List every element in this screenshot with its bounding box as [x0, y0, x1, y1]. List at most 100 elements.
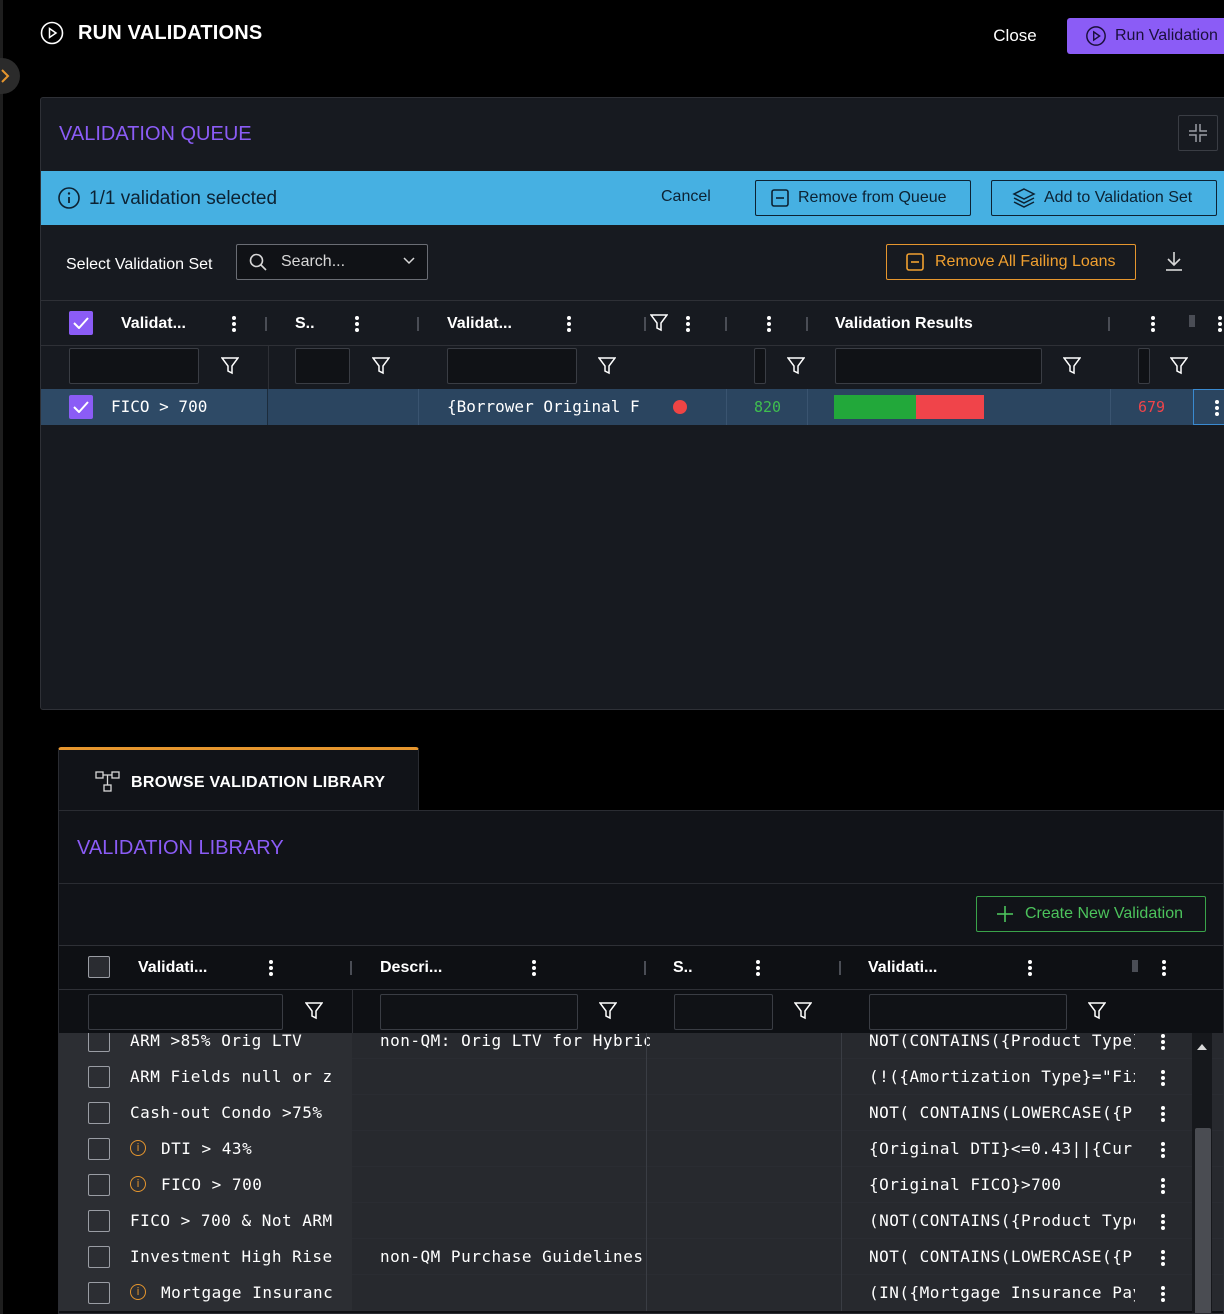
minus-square-icon [771, 189, 789, 207]
column-resize-handle[interactable] [644, 317, 646, 331]
search-icon [249, 253, 267, 271]
pass-count-filter-input[interactable] [754, 348, 766, 384]
more-vertical-icon[interactable] [1160, 1033, 1166, 1051]
download-icon[interactable] [1163, 250, 1185, 272]
column-menu-icon[interactable] [268, 959, 274, 977]
column-menu-icon[interactable] [354, 315, 360, 333]
table-row[interactable]: ARM Fields null or z (!({Amortization Ty… [59, 1059, 1223, 1095]
fail-count-filter-input[interactable] [1138, 348, 1150, 384]
hierarchy-icon [95, 771, 120, 792]
column-resize-handle[interactable] [839, 961, 841, 975]
column-resize-handle[interactable] [725, 317, 727, 331]
filter-icon[interactable] [599, 1002, 617, 1020]
column-menu-icon[interactable] [766, 315, 772, 333]
column-header-status[interactable]: S.. [673, 959, 693, 977]
validation-queue-panel: VALIDATION QUEUE 1/1 validation selected… [40, 97, 1224, 710]
row-checkbox[interactable] [88, 1066, 110, 1088]
column-resize-handle[interactable] [265, 317, 267, 331]
column-resize-handle[interactable] [1189, 315, 1195, 327]
status-filter-input[interactable] [674, 994, 773, 1030]
column-menu-icon[interactable] [1027, 959, 1033, 977]
close-button[interactable]: Close [983, 22, 1047, 50]
table-row[interactable]: Cash-out Condo >75% NOT( CONTAINS(LOWERC… [59, 1095, 1223, 1131]
column-header-validation-results[interactable]: Validation Results [835, 315, 973, 333]
row-checkbox[interactable] [88, 1246, 110, 1268]
column-menu-icon[interactable] [231, 315, 237, 333]
row-checkbox[interactable] [88, 1138, 110, 1160]
more-vertical-icon[interactable] [1160, 1249, 1166, 1267]
results-filter-input[interactable] [835, 348, 1042, 384]
filter-icon[interactable] [221, 357, 239, 375]
column-header-name[interactable]: Validati... [138, 959, 207, 977]
column-resize-handle[interactable] [417, 317, 419, 331]
table-row[interactable]: i Mortgage Insuranc (IN({Mortgage Insura… [59, 1275, 1223, 1311]
column-resize-handle[interactable] [1132, 960, 1138, 972]
library-scrollbar[interactable] [1192, 1033, 1212, 1313]
column-menu-icon[interactable] [1150, 315, 1156, 333]
filter-icon[interactable] [372, 357, 390, 375]
add-to-validation-set-button[interactable]: Add to Validation Set [991, 180, 1217, 216]
run-validation-button[interactable]: Run Validation [1067, 18, 1224, 54]
row-checkbox[interactable] [88, 1033, 110, 1052]
sidebar-toggle[interactable] [0, 58, 20, 94]
remove-all-failing-loans-button[interactable]: Remove All Failing Loans [886, 244, 1136, 280]
filter-icon[interactable] [1170, 357, 1188, 375]
collapse-button[interactable] [1178, 115, 1218, 151]
filter-icon[interactable] [305, 1002, 323, 1020]
validation-set-select[interactable]: Search... [236, 244, 428, 280]
description-filter-input[interactable] [380, 994, 578, 1030]
select-all-checkbox[interactable] [88, 956, 110, 978]
table-row[interactable]: i DTI > 43% {Original DTI}<=0.43||{Curr [59, 1131, 1223, 1167]
column-menu-icon[interactable] [755, 959, 761, 977]
column-resize-handle[interactable] [806, 317, 808, 331]
more-vertical-icon[interactable] [1160, 1285, 1166, 1303]
column-header-expression[interactable]: Validati... [868, 959, 937, 977]
column-menu-icon[interactable] [531, 959, 537, 977]
table-row[interactable]: Investment High Rise non-QM Purchase Gui… [59, 1239, 1223, 1275]
cancel-button[interactable]: Cancel [661, 188, 711, 206]
row-checkbox[interactable] [69, 395, 93, 419]
column-header-description[interactable]: Descri... [380, 959, 442, 977]
column-resize-handle[interactable] [644, 961, 646, 975]
name-filter-input[interactable] [88, 994, 283, 1030]
status-filter-input[interactable] [295, 348, 350, 384]
remove-from-queue-button[interactable]: Remove from Queue [755, 180, 971, 216]
column-menu-icon[interactable] [1161, 959, 1167, 977]
filter-icon[interactable] [1088, 1002, 1106, 1020]
row-checkbox[interactable] [88, 1210, 110, 1232]
scrollbar-thumb[interactable] [1195, 1128, 1211, 1313]
column-header-name[interactable]: Validat... [121, 315, 186, 333]
scroll-up-icon[interactable] [1197, 1043, 1207, 1051]
more-vertical-icon[interactable] [1160, 1105, 1166, 1123]
column-menu-icon[interactable] [566, 315, 572, 333]
filter-icon[interactable] [787, 357, 805, 375]
row-checkbox[interactable] [88, 1174, 110, 1196]
table-row[interactable]: ARM >85% Orig LTV non-QM: Orig LTV for H… [59, 1033, 1223, 1059]
column-resize-handle[interactable] [1108, 317, 1110, 331]
table-row[interactable]: FICO > 700 {Borrower Original F 820 679 [41, 389, 1224, 425]
filter-icon[interactable] [598, 357, 616, 375]
table-row[interactable]: FICO > 700 & Not ARM (NOT(CONTAINS({Prod… [59, 1203, 1223, 1239]
row-checkbox[interactable] [88, 1282, 110, 1304]
more-vertical-icon[interactable] [1160, 1141, 1166, 1159]
table-row[interactable]: i FICO > 700 {Original FICO}>700 [59, 1167, 1223, 1203]
more-vertical-icon[interactable] [1160, 1177, 1166, 1195]
expression-filter-input[interactable] [447, 348, 577, 384]
column-resize-handle[interactable] [350, 961, 352, 975]
more-vertical-icon[interactable] [1160, 1213, 1166, 1231]
column-header-status[interactable]: S.. [295, 315, 315, 333]
filter-icon[interactable] [1063, 357, 1081, 375]
row-actions-button[interactable] [1193, 389, 1224, 425]
more-vertical-icon[interactable] [1160, 1069, 1166, 1087]
name-filter-input[interactable] [69, 348, 199, 384]
column-menu-icon[interactable] [685, 315, 691, 333]
column-header-expression[interactable]: Validat... [447, 315, 512, 333]
expression-filter-input[interactable] [869, 994, 1067, 1030]
create-new-validation-button[interactable]: Create New Validation [976, 896, 1206, 932]
select-all-checkbox[interactable] [69, 311, 93, 335]
column-menu-icon[interactable] [1217, 315, 1223, 333]
filter-icon[interactable] [650, 314, 668, 332]
row-checkbox[interactable] [88, 1102, 110, 1124]
filter-icon[interactable] [794, 1002, 812, 1020]
browse-validation-library-tab[interactable]: BROWSE VALIDATION LIBRARY [58, 747, 419, 811]
